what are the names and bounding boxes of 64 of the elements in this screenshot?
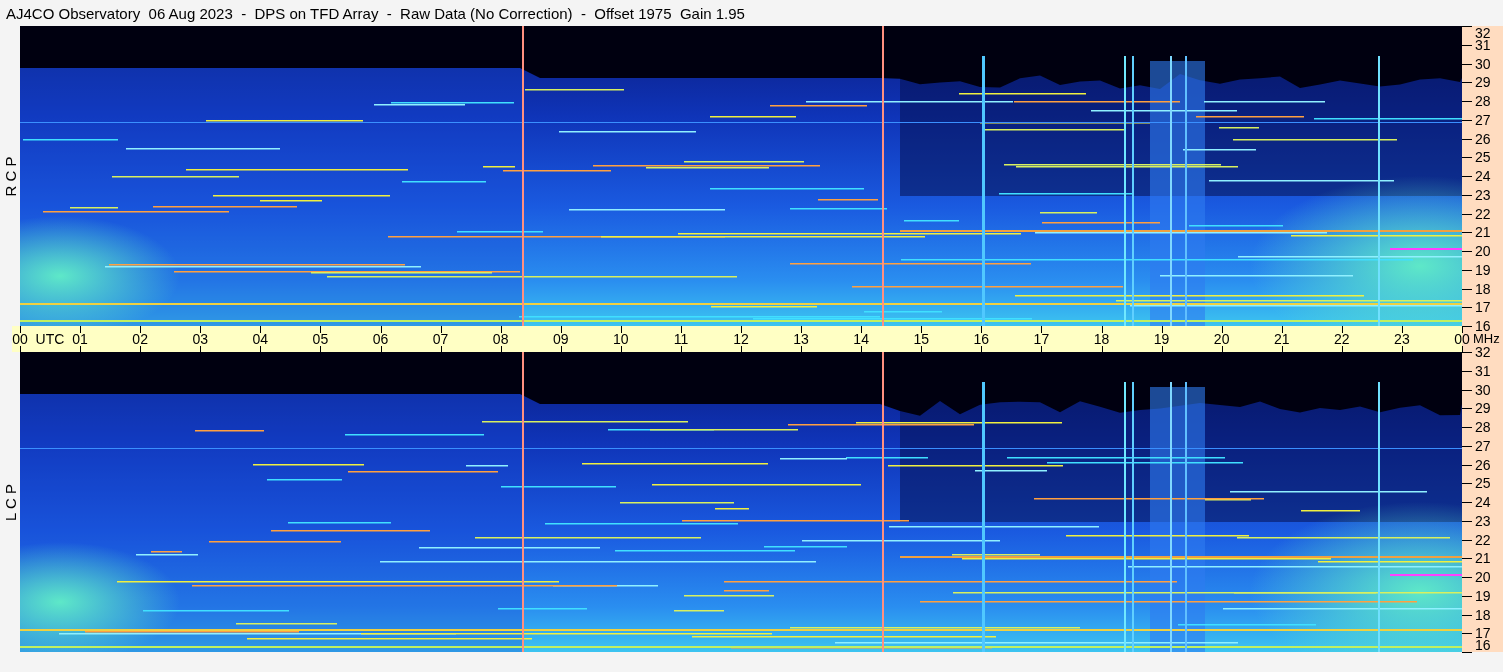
frequency-tick-label: 29 <box>1475 401 1491 416</box>
time-tick-label: 06 <box>372 331 389 347</box>
frequency-tick-label: 18 <box>1475 281 1491 296</box>
frequency-tick-label: 19 <box>1475 588 1491 603</box>
frequency-tick-label: 23 <box>1475 513 1491 528</box>
time-tick-label: 13 <box>793 331 809 347</box>
time-tick-label: 21 <box>1273 331 1290 347</box>
frequency-tick-label: 31 <box>1475 37 1491 52</box>
frequency-tick-label: 20 <box>1475 570 1491 584</box>
frequency-tick-label: 20 <box>1475 244 1491 258</box>
frequency-unit-label: MHz <box>1473 332 1500 346</box>
frequency-tick-label: 29 <box>1475 75 1491 90</box>
frequency-tick-label: 26 <box>1475 457 1491 472</box>
polarization-label: R C P <box>1 156 19 196</box>
frequency-tick-label: 24 <box>1475 495 1491 509</box>
time-tick-label: 00 <box>12 331 28 347</box>
frequency-tick-label: 30 <box>1475 56 1491 71</box>
time-tick-label: 10 <box>613 331 629 347</box>
frequency-tick-label: 27 <box>1475 112 1491 127</box>
time-tick-label: 12 <box>733 331 749 347</box>
time-tick-label: 14 <box>853 331 869 347</box>
time-tick-label: 08 <box>492 331 509 347</box>
time-tick-label: 02 <box>132 331 148 347</box>
frequency-tick-label: 26 <box>1475 131 1491 146</box>
frequency-tick-label: 31 <box>1475 363 1491 378</box>
time-tick-label: 19 <box>1153 331 1170 347</box>
frequency-tick-label: 16 <box>1475 638 1491 652</box>
frequency-tick-label: 21 <box>1475 225 1491 240</box>
time-tick-label: 00 <box>1454 331 1470 347</box>
time-tick-label: 03 <box>192 331 209 347</box>
frequency-tick-label: 27 <box>1475 438 1491 453</box>
frequency-tick-label: 22 <box>1475 206 1491 221</box>
frequency-tick-label: 25 <box>1475 476 1491 491</box>
frequency-tick-label: 25 <box>1475 150 1491 165</box>
time-tick-label: 05 <box>312 331 329 347</box>
time-tick-label: 20 <box>1213 331 1230 347</box>
time-tick-label: 11 <box>673 331 689 347</box>
time-tick-label: 18 <box>1093 331 1110 347</box>
time-tick-label: 07 <box>432 331 449 347</box>
frequency-tick-label: 21 <box>1475 551 1491 566</box>
frequency-tick-label: 16 <box>1475 319 1491 333</box>
time-tick-label: 17 <box>1033 331 1050 347</box>
frequency-tick-label: 24 <box>1475 169 1491 183</box>
time-tick-label: 15 <box>913 331 930 347</box>
time-tick-label: 01 <box>72 331 88 347</box>
timezone-label: UTC <box>35 331 65 347</box>
time-tick-label: 16 <box>973 331 990 347</box>
frequency-tick-label: 32 <box>1475 345 1491 359</box>
frequency-tick-label: 30 <box>1475 382 1491 397</box>
frequency-tick-label: 17 <box>1475 626 1491 641</box>
time-tick-label: 04 <box>252 331 269 347</box>
time-tick-label: 22 <box>1334 331 1350 347</box>
frequency-tick-label: 28 <box>1475 94 1491 108</box>
frequency-tick-label: 17 <box>1475 300 1491 315</box>
polarization-label: L C P <box>1 483 19 521</box>
frequency-tick-label: 28 <box>1475 420 1491 434</box>
chart-title: AJ4CO Observatory 06 Aug 2023 - DPS on TFD Array - Raw Data (No Correction) - Offset 1975 Gain 1.95 <box>6 4 745 22</box>
time-tick-label: 23 <box>1394 331 1410 347</box>
frequency-tick-label: 18 <box>1475 607 1491 622</box>
frequency-tick-label: 23 <box>1475 187 1491 202</box>
time-tick-label: 09 <box>552 331 569 347</box>
frequency-tick-label: 22 <box>1475 532 1491 547</box>
frequency-tick-label: 19 <box>1475 262 1491 277</box>
frequency-tick-label: 32 <box>1475 26 1491 40</box>
